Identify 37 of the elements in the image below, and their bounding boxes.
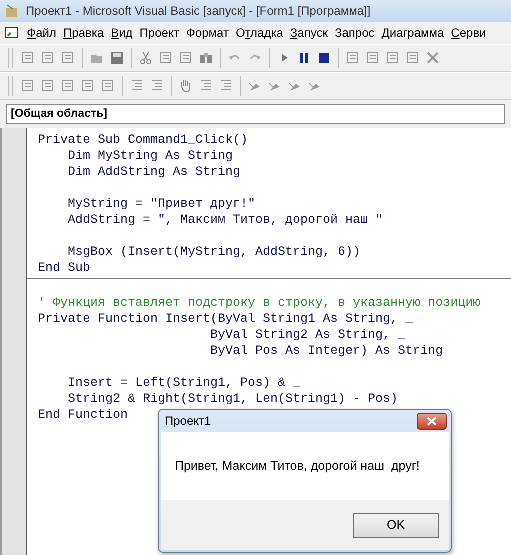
code-line: Private Sub Command1_Click() [38,132,248,148]
ok-button[interactable]: OK [353,512,439,538]
code-line: End Sub [38,260,91,276]
code-line: MyString = "Привет друг!" [67,196,256,212]
code-line: AddString = ", Максим Титов, дорогой наш " [67,212,384,228]
code-line: Dim MyString As String [67,148,234,164]
dialog-title: Проект1 [165,414,212,428]
code-line: String2 & Right(String1, Len(String1) - Pos) [67,391,398,407]
save-icon[interactable] [109,50,125,66]
menu-item[interactable]: Проект [140,26,180,40]
code-line: Private Function Insert(ByVal String1 As String, _ [38,311,414,327]
menu-item[interactable]: Диаграмма [382,26,444,40]
find-icon[interactable] [198,50,214,66]
code-comment: ' Функция вставляет подстроку в строку, в указанную позицию [38,295,481,311]
app-icon [4,3,20,19]
menu-item[interactable]: Запуск [290,26,328,40]
menu-item[interactable]: Файл [27,26,57,40]
menu-item[interactable]: Формат [186,26,229,40]
menu-item[interactable]: Правка [64,26,104,40]
object-dropdown[interactable]: [Общая область] [6,104,505,124]
code-line: Dim AddString As String [67,164,241,180]
code-line: ByVal String2 As String, _ [210,327,406,343]
code-line: ByVal Pos As Integer) As String [210,343,444,359]
code-line: End Function [38,407,128,423]
window-title: Проект1 - Microsoft Visual Basic [запуск] - [Form1 [Программа]] [26,4,371,18]
form-icon[interactable] [4,25,20,41]
menu-item[interactable]: Серви [451,26,486,40]
code-line: MsgBox (Insert(MyString, AddString, 6)) [67,244,361,260]
cut-icon[interactable] [138,50,154,66]
stop-icon[interactable] [316,50,332,66]
menu-item[interactable]: Запрос [334,26,375,40]
close-button[interactable] [417,412,447,430]
menu-item[interactable]: Отладка [236,26,284,40]
code-line: Insert = Left(String1, Pos) & _ [67,375,301,391]
menu-item[interactable]: Вид [111,26,133,40]
dialog-message: Привет, Максим Титов, дорогой наш друг! [175,459,420,473]
close-icon [427,416,437,426]
